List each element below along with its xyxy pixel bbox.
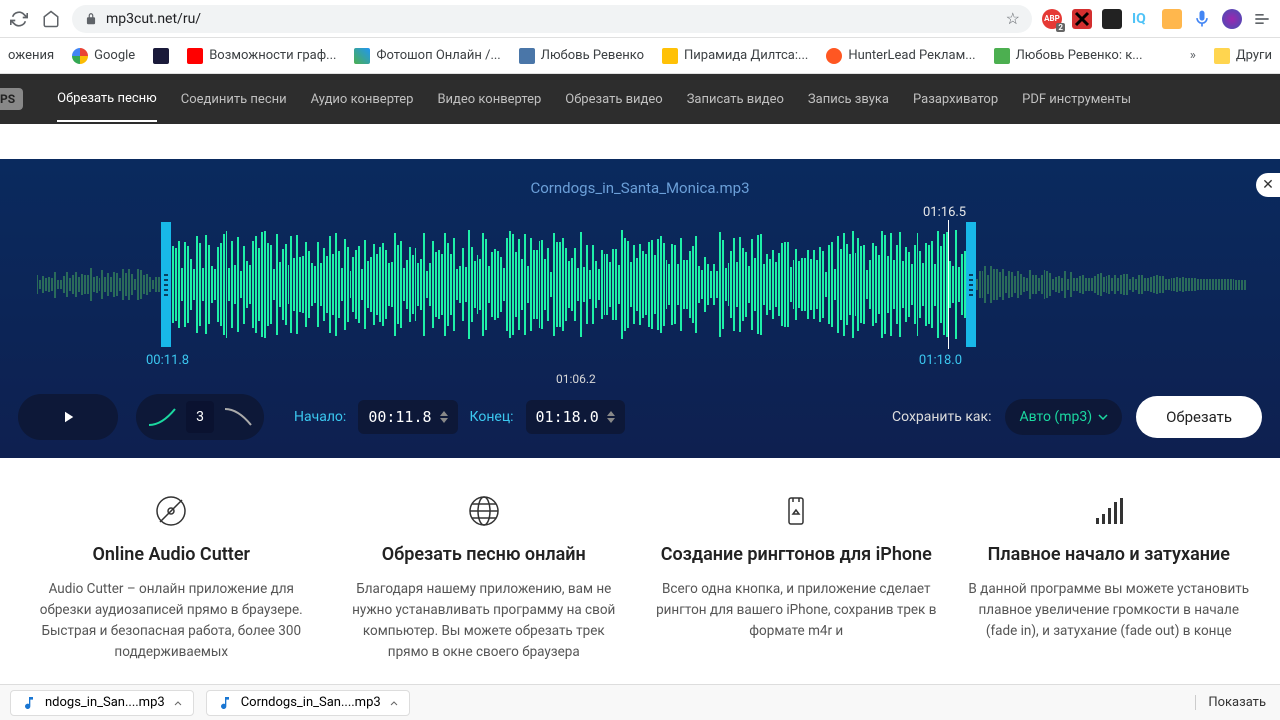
nav-record-audio[interactable]: Запись звука bbox=[808, 78, 889, 121]
feature-title: Плавное начало и затухание bbox=[968, 544, 1251, 565]
feature-title: Создание рингтонов для iPhone bbox=[655, 544, 938, 565]
extension-icons: ABP2 IQ bbox=[1042, 9, 1272, 29]
nav-record-video[interactable]: Записать видео bbox=[687, 78, 784, 121]
chevron-up-icon[interactable] bbox=[607, 411, 615, 416]
phone-icon bbox=[779, 494, 813, 528]
nav-join-audio[interactable]: Соединить песни bbox=[181, 78, 287, 121]
fade-out-button[interactable] bbox=[218, 399, 258, 435]
bookmarks-overflow[interactable]: » bbox=[1190, 48, 1196, 63]
downloads-bar: ndogs_in_San....mp3 Corndogs_in_San....m… bbox=[0, 684, 1280, 720]
waveform[interactable]: 01:06.2 bbox=[36, 222, 1244, 347]
feature-card: Плавное начало и затухание В данной прог… bbox=[968, 494, 1251, 663]
end-input[interactable]: 01:18.0 bbox=[526, 400, 625, 434]
start-time-label: 00:11.8 bbox=[146, 353, 189, 368]
nav-audio-converter[interactable]: Аудио конвертер bbox=[311, 78, 414, 121]
play-button[interactable] bbox=[18, 394, 118, 440]
menu-icon[interactable] bbox=[1252, 9, 1272, 29]
nav-cut-video[interactable]: Обрезать видео bbox=[565, 78, 662, 121]
ext-icon[interactable] bbox=[1072, 9, 1092, 29]
mid-time: 01:06.2 bbox=[556, 372, 596, 386]
bookmark[interactable]: HunterLead Реклам... bbox=[826, 48, 975, 64]
save-group: Сохранить как: Авто (mp3) Обрезать bbox=[892, 396, 1262, 438]
nav-pdf-tools[interactable]: PDF инструменты bbox=[1022, 78, 1131, 121]
chevron-down-icon[interactable] bbox=[440, 418, 448, 423]
fade-group: 3 bbox=[136, 394, 264, 440]
chevron-up-icon[interactable] bbox=[440, 411, 448, 416]
playhead-time: 01:16.5 bbox=[923, 205, 1262, 220]
browser-toolbar: mp3cut.net/ru/ ☆ ABP2 IQ bbox=[0, 0, 1280, 38]
nav-cut-audio[interactable]: Обрезать песню bbox=[57, 77, 157, 122]
apps-badge[interactable]: PS bbox=[0, 88, 23, 110]
feature-desc: Audio Cutter – онлайн приложение для обр… bbox=[30, 579, 313, 663]
feature-title: Online Audio Cutter bbox=[30, 544, 313, 565]
close-icon[interactable]: ✕ bbox=[1256, 173, 1280, 197]
end-label: Конец: bbox=[470, 409, 514, 425]
format-dropdown[interactable]: Авто (mp3) bbox=[1005, 399, 1122, 435]
disc-icon bbox=[154, 494, 188, 528]
features: Online Audio Cutter Audio Cutter – онлай… bbox=[0, 458, 1280, 663]
bars-icon bbox=[1092, 494, 1126, 528]
star-icon[interactable]: ☆ bbox=[1006, 9, 1020, 28]
start-input[interactable]: 00:11.8 bbox=[358, 400, 457, 434]
lock-icon bbox=[84, 12, 98, 26]
globe-icon bbox=[467, 494, 501, 528]
selection-end-handle[interactable] bbox=[966, 222, 976, 347]
nav-unarchiver[interactable]: Разархиватор bbox=[913, 78, 998, 121]
feature-card: Создание рингтонов для iPhone Всего одна… bbox=[655, 494, 938, 663]
other-bookmarks[interactable]: Други bbox=[1214, 48, 1272, 64]
download-item[interactable]: ndogs_in_San....mp3 bbox=[10, 690, 194, 716]
feature-desc: Благодаря нашему приложению, вам не нужн… bbox=[343, 579, 626, 663]
url-text: mp3cut.net/ru/ bbox=[106, 11, 201, 27]
bookmark[interactable]: Фотошоп Онлайн /... bbox=[354, 48, 500, 64]
bookmark[interactable] bbox=[153, 48, 169, 64]
nav-video-converter[interactable]: Видео конвертер bbox=[437, 78, 541, 121]
bookmark-partial[interactable]: ожения bbox=[8, 48, 54, 63]
fade-in-button[interactable] bbox=[142, 399, 182, 435]
home-icon[interactable] bbox=[40, 8, 62, 30]
chevron-up-icon[interactable] bbox=[173, 698, 183, 708]
profile-icon[interactable] bbox=[1222, 9, 1242, 29]
bookmark[interactable]: Пирамида Дилтса:... bbox=[662, 48, 808, 64]
site-nav: PS Обрезать песню Соединить песни Аудио … bbox=[0, 74, 1280, 124]
download-item[interactable]: Corndogs_in_San....mp3 bbox=[206, 690, 410, 716]
show-all-downloads[interactable]: Показать bbox=[1195, 695, 1270, 710]
fade-count: 3 bbox=[186, 401, 214, 433]
audio-file-icon bbox=[21, 695, 37, 711]
ext-icon[interactable] bbox=[1162, 9, 1182, 29]
adblock-icon[interactable]: ABP2 bbox=[1042, 9, 1062, 29]
bookmark[interactable]: Любовь Ревенко bbox=[519, 48, 644, 64]
end-time-label: 01:18.0 bbox=[919, 353, 962, 368]
chevron-down-icon bbox=[1098, 414, 1108, 420]
selection-start-handle[interactable] bbox=[161, 222, 171, 347]
controls: 3 Начало: 00:11.8 Конец: 01:18.0 Сохрани… bbox=[18, 394, 1262, 440]
bookmark[interactable]: Возможности граф... bbox=[187, 48, 336, 64]
address-bar[interactable]: mp3cut.net/ru/ ☆ bbox=[72, 5, 1032, 33]
time-inputs: Начало: 00:11.8 Конец: 01:18.0 bbox=[294, 400, 625, 434]
audio-file-icon bbox=[217, 695, 233, 711]
bookmark-google[interactable]: Google bbox=[72, 48, 135, 64]
save-as-label: Сохранить как: bbox=[892, 409, 991, 425]
start-label: Начало: bbox=[294, 409, 346, 425]
reload-icon[interactable] bbox=[8, 8, 30, 30]
mic-icon[interactable] bbox=[1192, 9, 1212, 29]
ext-icon[interactable]: IQ bbox=[1132, 9, 1152, 29]
ext-icon[interactable] bbox=[1102, 9, 1122, 29]
chevron-down-icon[interactable] bbox=[607, 418, 615, 423]
feature-desc: Всего одна кнопка, и приложение сделает … bbox=[655, 579, 938, 642]
feature-card: Online Audio Cutter Audio Cutter – онлай… bbox=[30, 494, 313, 663]
feature-card: Обрезать песню онлайн Благодаря нашему п… bbox=[343, 494, 626, 663]
filename: Corndogs_in_Santa_Monica.mp3 bbox=[18, 179, 1262, 197]
chevron-up-icon[interactable] bbox=[389, 698, 399, 708]
playhead[interactable] bbox=[948, 220, 949, 349]
bookmarks-bar: ожения Google Возможности граф... Фотошо… bbox=[0, 38, 1280, 74]
bookmark[interactable]: Любовь Ревенко: к... bbox=[994, 48, 1143, 64]
cut-button[interactable]: Обрезать bbox=[1136, 396, 1262, 438]
audio-editor: ✕ Corndogs_in_Santa_Monica.mp3 01:16.5 0… bbox=[0, 159, 1280, 458]
feature-title: Обрезать песню онлайн bbox=[343, 544, 626, 565]
feature-desc: В данной программе вы можете установить … bbox=[968, 579, 1251, 642]
